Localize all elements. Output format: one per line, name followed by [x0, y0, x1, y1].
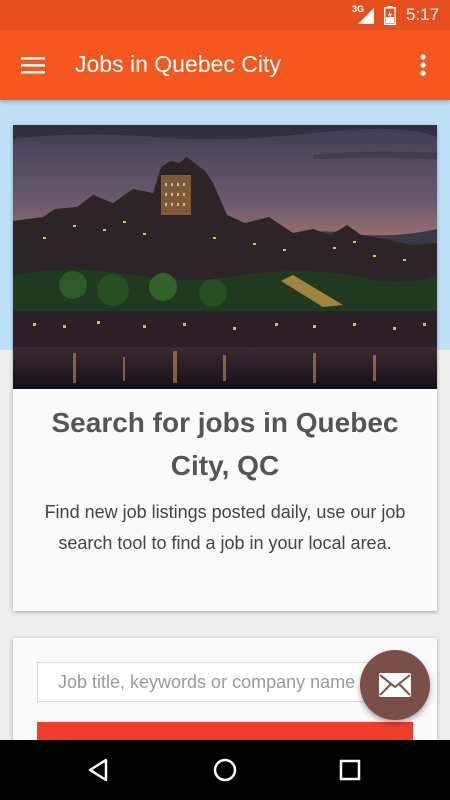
mail-icon [379, 673, 411, 697]
search-jobs-button[interactable] [37, 722, 413, 740]
signal-icon [358, 8, 374, 24]
hero-description: Find new job listings posted daily, use … [44, 502, 406, 553]
job-search-input[interactable] [37, 662, 413, 702]
system-nav-bar [0, 740, 450, 800]
email-alert-fab[interactable] [360, 650, 430, 720]
intro-card: Search for jobs in Quebec City, QC Find … [13, 125, 437, 611]
page-title: Jobs in Quebec City [75, 51, 281, 77]
app-bar: Jobs in Quebec City [0, 30, 450, 100]
hamburger-menu-icon[interactable] [20, 52, 46, 78]
battery-icon [384, 6, 396, 25]
more-vert-icon[interactable] [412, 50, 434, 80]
quebec-city-photo [13, 125, 437, 389]
home-circle-icon[interactable] [212, 757, 238, 783]
status-bar: 3G 5:17 [0, 0, 450, 30]
hero-headline: Search for jobs in Quebec City, QC [51, 407, 399, 481]
recents-square-icon[interactable] [337, 757, 363, 783]
clock: 5:17 [406, 5, 440, 24]
back-triangle-icon[interactable] [86, 757, 112, 783]
main-content[interactable]: Search for jobs in Quebec City, QC Find … [0, 100, 450, 740]
